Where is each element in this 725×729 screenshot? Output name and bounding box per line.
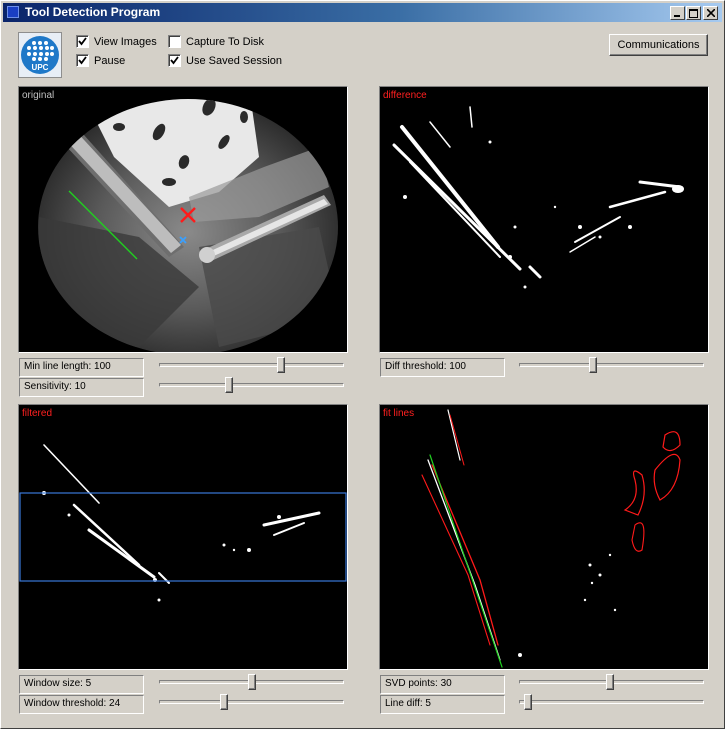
min-line-length-slider-thumb[interactable] xyxy=(277,357,286,373)
capture-to-disk-checkbox-box[interactable] xyxy=(168,35,181,48)
maximize-button[interactable] xyxy=(686,6,701,20)
sensitivity-slider-thumb[interactable] xyxy=(225,377,234,393)
min-line-length-slider[interactable] xyxy=(159,356,344,374)
checkmark-icon xyxy=(170,56,179,65)
app-icon xyxy=(7,6,19,18)
checkmark-icon xyxy=(78,37,87,46)
communications-button[interactable]: Communications xyxy=(609,34,708,56)
sensitivity-slider-track[interactable] xyxy=(159,383,344,387)
close-icon xyxy=(706,9,715,17)
pause-label: Pause xyxy=(94,54,126,67)
view-images-label: View Images xyxy=(94,35,157,48)
difference-image xyxy=(392,106,684,289)
view-images-checkbox-box[interactable] xyxy=(76,35,89,48)
filtered-image xyxy=(19,444,347,602)
line-diff-slider-track[interactable] xyxy=(519,700,704,704)
diff-threshold-slider-track[interactable] xyxy=(519,363,704,367)
min-line-length-slider-track[interactable] xyxy=(159,363,344,367)
diff-threshold-field: Diff threshold: 100 xyxy=(380,358,505,377)
view-images-checkbox[interactable]: View Images xyxy=(76,35,157,48)
pause-checkbox[interactable]: Pause xyxy=(76,54,125,67)
filtered-image-panel: filtered xyxy=(18,404,348,670)
difference-image-panel: difference xyxy=(379,86,709,353)
upc-logo: UPC xyxy=(18,32,62,78)
window-size-field: Window size: 5 xyxy=(19,675,144,694)
sensitivity-slider[interactable] xyxy=(159,376,344,394)
close-button[interactable] xyxy=(703,6,718,20)
line-diff-slider-thumb[interactable] xyxy=(524,694,533,710)
window-size-slider[interactable] xyxy=(159,673,344,691)
fit-lines-panel: fit lines xyxy=(379,404,709,670)
diff-threshold-slider-thumb[interactable] xyxy=(589,357,597,373)
minimize-icon xyxy=(673,14,680,17)
line-diff-slider[interactable] xyxy=(519,693,704,711)
capture-to-disk-label: Capture To Disk xyxy=(186,35,265,48)
line-diff-field: Line diff: 5 xyxy=(380,695,505,714)
window-threshold-slider-thumb[interactable] xyxy=(219,694,228,710)
search-window-rect xyxy=(19,492,347,582)
window-size-slider-thumb[interactable] xyxy=(247,674,256,690)
use-saved-session-label: Use Saved Session xyxy=(186,54,282,67)
svd-points-field: SVD points: 30 xyxy=(380,675,505,694)
logo-text: UPC xyxy=(32,63,49,72)
window-threshold-slider-track[interactable] xyxy=(159,700,344,704)
minimize-button[interactable] xyxy=(670,6,685,20)
window-title: Tool Detection Program xyxy=(25,5,161,19)
filtered-panel-label: filtered xyxy=(22,408,53,419)
capture-to-disk-checkbox[interactable]: Capture To Disk xyxy=(168,35,264,48)
original-image xyxy=(38,99,338,352)
pause-checkbox-box[interactable] xyxy=(76,54,89,67)
window-threshold-field: Window threshold: 24 xyxy=(19,695,144,714)
svd-points-slider[interactable] xyxy=(519,673,704,691)
diff-threshold-slider[interactable] xyxy=(519,356,704,374)
use-saved-session-checkbox[interactable]: Use Saved Session xyxy=(168,54,282,67)
window-threshold-slider[interactable] xyxy=(159,693,344,711)
original-panel-label: original xyxy=(22,90,55,101)
checkmark-icon xyxy=(78,56,87,65)
maximize-icon xyxy=(689,8,698,18)
fit-lines-panel-label: fit lines xyxy=(383,408,415,419)
difference-panel-label: difference xyxy=(383,90,427,101)
upc-logo-icon: UPC xyxy=(21,36,59,74)
title-bar[interactable]: Tool Detection Program xyxy=(3,3,722,22)
use-saved-session-checkbox-box[interactable] xyxy=(168,54,181,67)
svd-points-slider-thumb[interactable] xyxy=(605,674,614,690)
sensitivity-field: Sensitivity: 10 xyxy=(19,378,144,397)
fit-lines-image xyxy=(421,409,681,668)
main-window: Tool Detection Program UPC View Images P… xyxy=(0,0,725,729)
original-image-panel: original xyxy=(18,86,348,353)
min-line-length-field: Min line length: 100 xyxy=(19,358,144,377)
